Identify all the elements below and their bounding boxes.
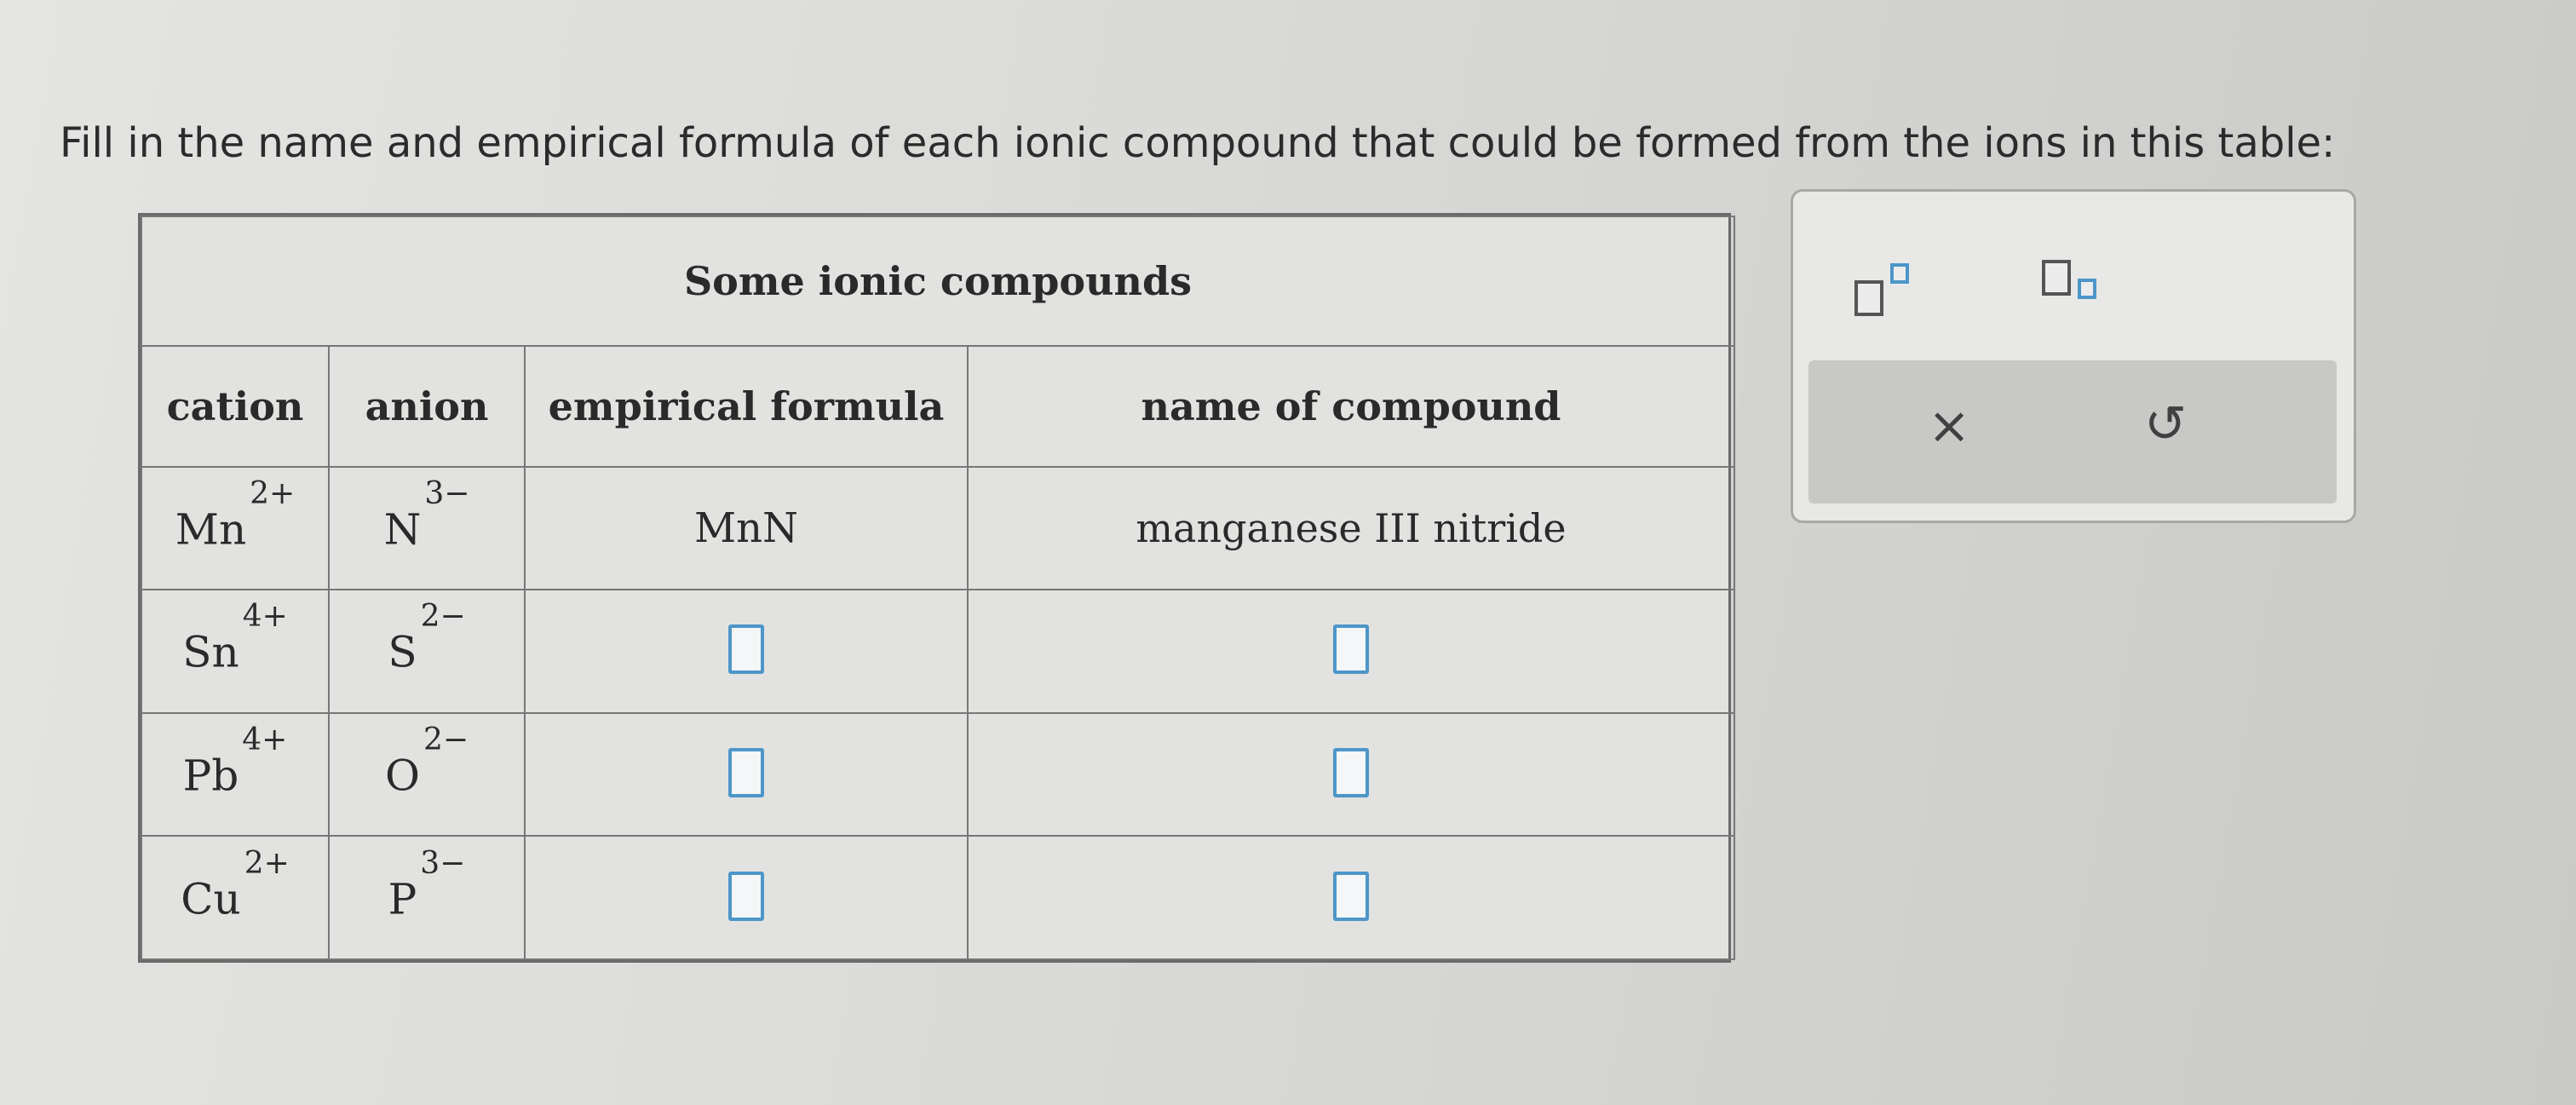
clear-icon[interactable]: × xyxy=(1928,396,1970,456)
subscript-template-button[interactable] xyxy=(2042,258,2127,326)
header-cation: cation xyxy=(141,345,330,468)
formula-input-cell xyxy=(524,588,969,714)
cation-cell: Pb4+ xyxy=(141,711,330,837)
action-bar: × ↺ xyxy=(1808,360,2337,504)
anion-cell: O2− xyxy=(328,711,526,837)
name-input[interactable] xyxy=(1333,624,1369,675)
anion-cell: P3− xyxy=(328,835,526,960)
anion-charge: 3− xyxy=(424,476,470,512)
table-title: Some ionic compounds xyxy=(141,216,1735,347)
anion-symbol: O xyxy=(384,751,420,801)
anion-ion: P3− xyxy=(388,846,466,924)
anion-charge: 3− xyxy=(420,845,466,881)
name-input-cell xyxy=(967,588,1735,714)
cation-symbol: Cu xyxy=(181,874,241,924)
name-input[interactable] xyxy=(1333,871,1369,921)
formula-input[interactable] xyxy=(728,747,764,797)
cation-ion: Mn2+ xyxy=(175,476,295,555)
cation-cell: Mn2+ xyxy=(141,466,330,590)
anion-ion: N3− xyxy=(383,476,470,555)
header-empirical-formula: empirical formula xyxy=(524,345,969,468)
table-row: Pb4+ O2− xyxy=(141,711,1735,837)
anion-symbol: S xyxy=(388,628,417,678)
cation-cell: Sn4+ xyxy=(141,588,330,714)
cation-cell: Cu2+ xyxy=(141,835,330,960)
table-row: Mn2+ N3− MnN manganese III nitride xyxy=(141,466,1735,590)
anion-symbol: N xyxy=(383,504,422,555)
formula-answer: MnN xyxy=(524,466,969,590)
formula-input[interactable] xyxy=(728,624,764,675)
anion-ion: O2− xyxy=(384,722,469,801)
name-input-cell xyxy=(967,711,1735,837)
superscript-template-button[interactable] xyxy=(1854,260,1940,328)
cation-ion: Cu2+ xyxy=(181,846,290,924)
anion-cell: S2− xyxy=(328,588,526,714)
table-row: Cu2+ P3− xyxy=(141,835,1735,960)
header-anion: anion xyxy=(328,345,526,468)
anion-cell: N3− xyxy=(328,466,526,590)
cation-charge: 2+ xyxy=(244,845,290,881)
name-input[interactable] xyxy=(1333,747,1369,797)
name-input-cell xyxy=(967,835,1735,960)
formula-input[interactable] xyxy=(728,871,764,921)
anion-charge: 2− xyxy=(420,599,466,635)
table-row: Sn4+ S2− xyxy=(141,588,1735,714)
cation-charge: 4+ xyxy=(242,722,288,758)
question-prompt: Fill in the name and empirical formula o… xyxy=(60,119,2336,167)
cation-symbol: Pb xyxy=(182,751,239,801)
anion-charge: 2− xyxy=(423,722,469,758)
cation-charge: 4+ xyxy=(242,599,288,635)
cation-symbol: Sn xyxy=(182,628,239,678)
undo-icon[interactable]: ↺ xyxy=(2144,394,2187,454)
header-name-of-compound: name of compound xyxy=(967,345,1735,468)
formula-input-cell xyxy=(524,711,969,837)
cation-ion: Sn4+ xyxy=(182,599,288,678)
anion-ion: S2− xyxy=(388,599,465,678)
anion-symbol: P xyxy=(388,874,417,924)
cation-charge: 2+ xyxy=(250,476,296,512)
name-answer: manganese III nitride xyxy=(967,466,1735,590)
ionic-compounds-table: Some ionic compounds cation anion empiri… xyxy=(138,213,1735,963)
cation-symbol: Mn xyxy=(175,504,247,555)
formula-input-cell xyxy=(524,835,969,960)
cation-ion: Pb4+ xyxy=(182,722,288,801)
answer-tools-panel: × ↺ xyxy=(1791,189,2356,523)
